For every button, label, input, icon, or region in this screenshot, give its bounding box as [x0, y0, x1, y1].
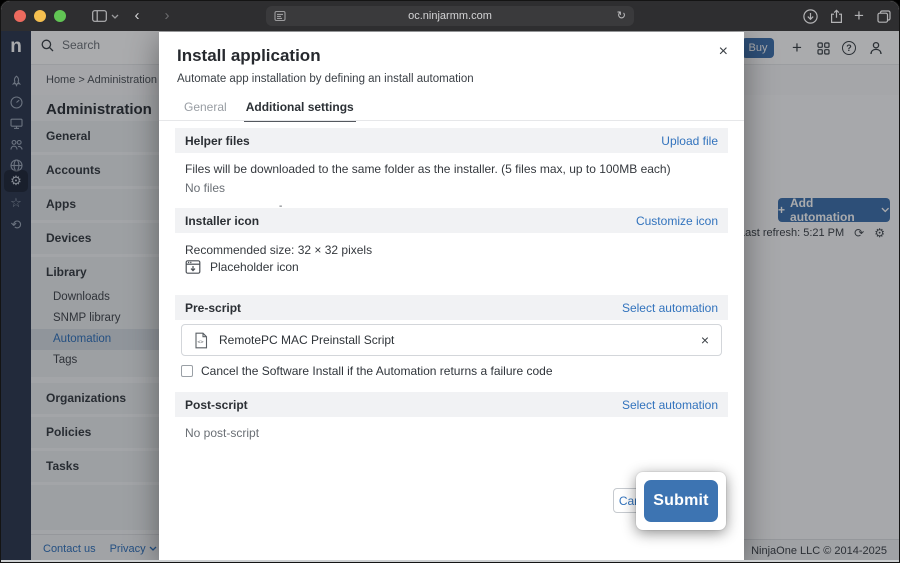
downloads-icon[interactable] — [801, 1, 819, 31]
recommended-size-text: Recommended size: 32 × 32 pixels — [185, 243, 372, 257]
browser-window: ‹ › oc.ninjarmm.com ↻ + n — [0, 0, 900, 563]
browser-chrome: ‹ › oc.ninjarmm.com ↻ + — [1, 1, 899, 31]
install-application-modal: Install application × Automate app insta… — [159, 32, 744, 560]
helper-files-section-header: Helper files Upload file — [175, 128, 728, 153]
reader-icon[interactable] — [274, 10, 286, 22]
back-button[interactable]: ‹ — [129, 1, 145, 31]
share-icon[interactable] — [827, 1, 845, 31]
modal-tabs: General Additional settings — [182, 100, 356, 122]
pre-script-title: Pre-script — [185, 301, 241, 315]
submit-button[interactable]: Submit — [644, 480, 718, 522]
placeholder-icon-label: Placeholder icon — [210, 260, 299, 274]
tab-overview-icon[interactable] — [874, 1, 894, 31]
submit-button-zoom-callout: Submit — [636, 472, 726, 530]
helper-files-description: Files will be downloaded to the same fol… — [185, 162, 671, 176]
url-text: oc.ninjarmm.com — [408, 10, 492, 22]
sidebar-dropdown-icon[interactable] — [109, 1, 121, 31]
tab-additional-settings[interactable]: Additional settings — [244, 100, 356, 122]
window-controls — [14, 10, 66, 22]
upload-file-link[interactable]: Upload file — [661, 134, 718, 148]
placeholder-app-icon — [185, 259, 201, 275]
sidebar-toggle-icon[interactable] — [89, 1, 109, 31]
cancel-install-checkbox-row: Cancel the Software Install if the Autom… — [181, 364, 553, 378]
svg-text:<>: <> — [197, 339, 203, 345]
forward-button[interactable]: › — [159, 1, 175, 31]
tab-general[interactable]: General — [182, 100, 229, 122]
address-bar[interactable]: oc.ninjarmm.com ↻ — [266, 6, 634, 26]
minimize-window-button[interactable] — [34, 10, 46, 22]
selected-script-card[interactable]: <> RemotePC MAC Preinstall Script × — [181, 324, 722, 356]
close-icon[interactable]: × — [719, 44, 728, 60]
cancel-install-checkbox-label: Cancel the Software Install if the Autom… — [201, 364, 553, 378]
post-script-title: Post-script — [185, 398, 248, 412]
installer-icon-title: Installer icon — [185, 214, 259, 228]
tab-divider — [159, 120, 744, 121]
selected-script-name: RemotePC MAC Preinstall Script — [219, 333, 394, 347]
close-window-button[interactable] — [14, 10, 26, 22]
script-file-icon: <> — [194, 332, 208, 349]
installer-icon-section-header: Installer icon Customize icon — [175, 208, 728, 233]
reload-icon[interactable]: ↻ — [617, 6, 626, 26]
placeholder-icon-row: Placeholder icon — [185, 259, 299, 275]
remove-script-icon[interactable]: × — [701, 333, 709, 347]
installer-icon-dash: - — [279, 201, 282, 212]
post-script-empty-text: No post-script — [185, 426, 259, 440]
post-script-select-automation-link[interactable]: Select automation — [622, 398, 718, 412]
window-bottom-edge — [1, 560, 899, 562]
customize-icon-link[interactable]: Customize icon — [636, 214, 718, 228]
modal-title: Install application — [177, 46, 321, 66]
post-script-section-header: Post-script Select automation — [175, 392, 728, 417]
new-tab-icon[interactable]: + — [850, 1, 868, 31]
helper-files-title: Helper files — [185, 134, 250, 148]
pre-script-select-automation-link[interactable]: Select automation — [622, 301, 718, 315]
modal-subtitle: Automate app installation by defining an… — [177, 73, 474, 85]
zoom-window-button[interactable] — [54, 10, 66, 22]
helper-files-empty-text: No files — [185, 181, 225, 195]
pre-script-section-header: Pre-script Select automation — [175, 295, 728, 320]
cancel-install-checkbox[interactable] — [181, 365, 193, 377]
